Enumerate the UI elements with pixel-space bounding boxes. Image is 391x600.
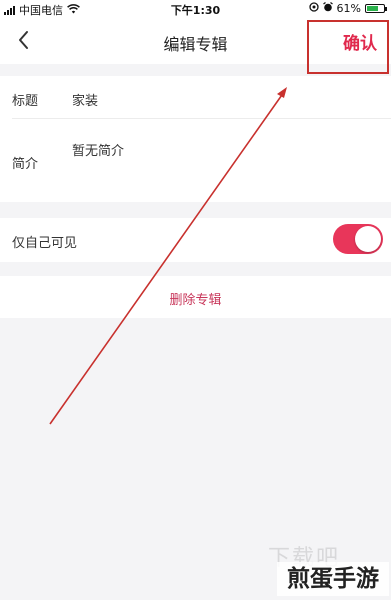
confirm-button[interactable]: 确认 — [343, 29, 377, 54]
privacy-label: 仅自己可见 — [12, 236, 78, 251]
status-right: 61% — [308, 2, 387, 15]
nav-bar: 编辑专辑 确认 — [0, 18, 391, 64]
intro-field[interactable]: 暂无简介 — [72, 140, 124, 159]
divider — [12, 118, 391, 119]
toggle-knob — [355, 226, 381, 252]
watermark-brand: 煎蛋手游 — [277, 562, 389, 596]
page-title: 编辑专辑 — [163, 35, 228, 54]
delete-row: 删除专辑 — [0, 276, 391, 318]
title-field[interactable]: 家装 — [72, 90, 98, 109]
battery-percent: 61% — [336, 2, 361, 15]
delete-album-button[interactable]: 删除专辑 — [0, 289, 391, 308]
battery-icon — [365, 4, 387, 13]
privacy-row: 仅自己可见 — [0, 218, 391, 262]
album-info-section: 标题 家装 简介 暂无简介 — [0, 76, 391, 202]
alarm-icon — [322, 2, 333, 15]
title-label: 标题 — [12, 94, 39, 109]
intro-label: 简介 — [12, 157, 39, 172]
location-icon — [308, 2, 319, 15]
privacy-toggle[interactable] — [333, 224, 383, 254]
status-bar: 中国电信 下午1:30 61% — [0, 0, 391, 18]
